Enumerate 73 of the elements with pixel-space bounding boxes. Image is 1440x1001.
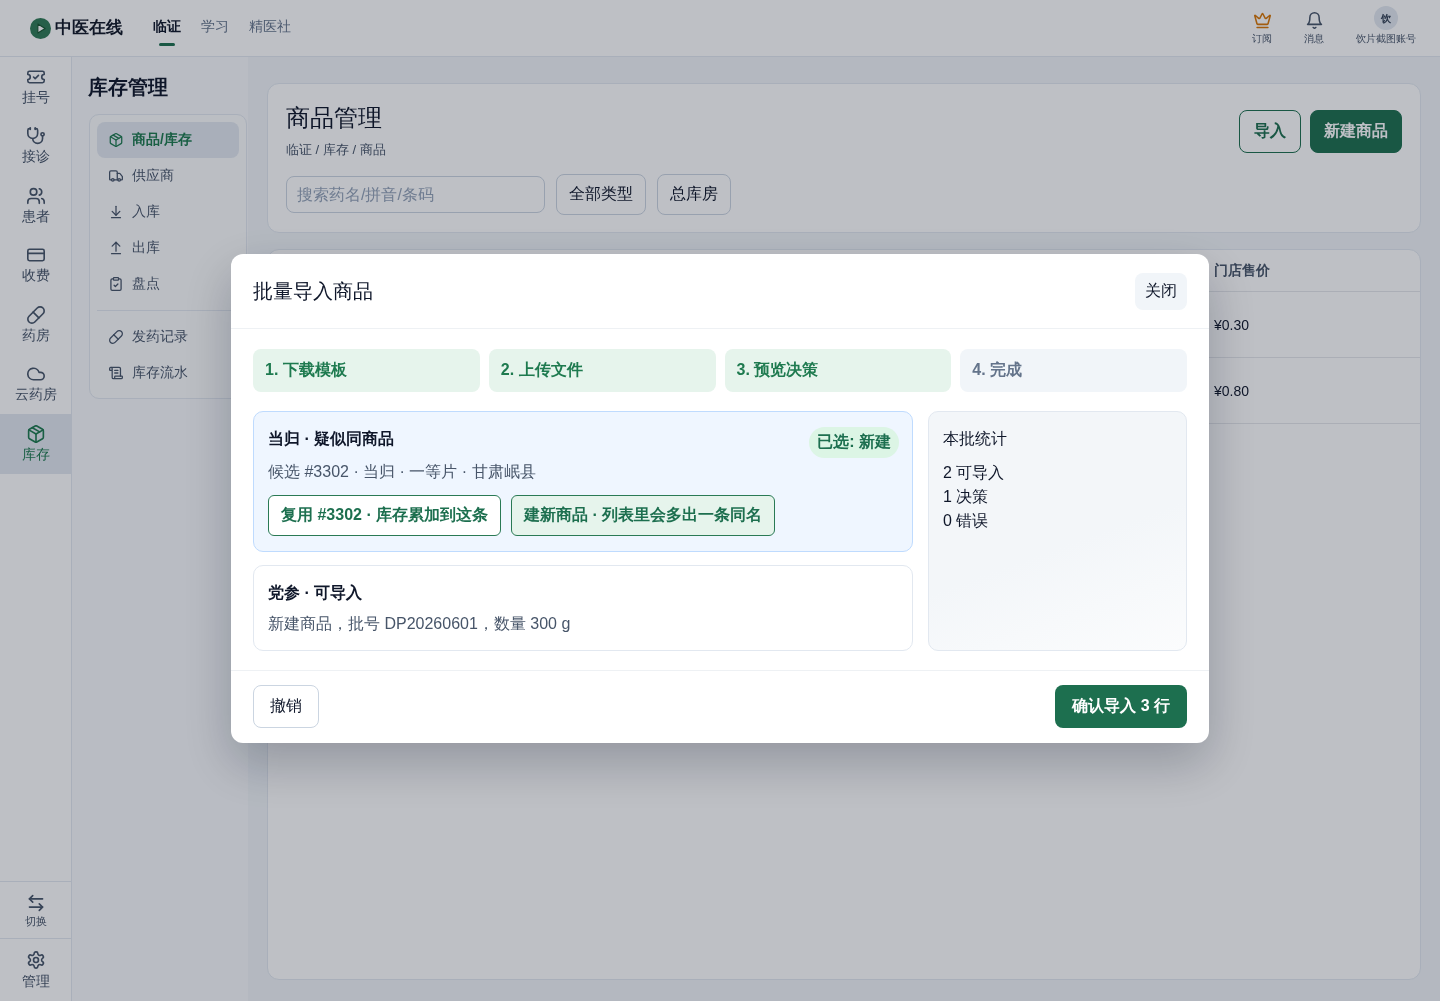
import-button[interactable]: 导入 — [1239, 109, 1301, 153]
nav-tab[interactable]: 临证 — [153, 8, 181, 46]
summary-line: 2 可导入 — [943, 463, 1006, 483]
option-button[interactable]: 复用 #3302 · 库存累加到这条 — [268, 495, 502, 536]
breadcrumb: 临证 / 库存 / 商品 — [286, 141, 386, 159]
menu-item[interactable]: 出库 — [109, 238, 160, 258]
swap-arrows-icon — [26, 894, 45, 912]
notifications-button[interactable]: 消息 — [1304, 12, 1324, 44]
close-button[interactable]: 关闭 — [1135, 272, 1187, 310]
rail-item[interactable]: 患者 — [21, 186, 50, 225]
package-icon — [26, 424, 45, 443]
rail-item[interactable]: 接诊 — [21, 127, 50, 166]
nav-tab[interactable]: 学习 — [201, 8, 229, 46]
subscribe-button[interactable]: 订阅 — [1252, 12, 1272, 44]
account-button[interactable]: 饮 饮片截图账号 — [1356, 6, 1416, 44]
card-icon — [26, 246, 45, 265]
nav-tab[interactable]: 精医社 — [249, 8, 291, 46]
menu-item[interactable]: 发药记录 — [109, 327, 188, 347]
summary-title: 本批统计 — [943, 429, 1008, 449]
stethoscope-icon — [26, 127, 45, 146]
pill-icon — [26, 305, 45, 324]
menu-item[interactable]: 盘点 — [109, 274, 160, 294]
filter-button[interactable]: 总库房 — [657, 174, 731, 215]
rail-item[interactable]: 收费 — [21, 246, 50, 285]
pill-icon — [109, 330, 123, 344]
app-name: 中医在线 — [55, 17, 123, 39]
clipboard-check-icon — [109, 277, 123, 291]
users-icon — [26, 186, 45, 205]
rail-item[interactable]: 切换 — [24, 894, 47, 928]
option-button[interactable]: 建新商品 · 列表里会多出一条同名 — [511, 495, 776, 536]
arrow-down-icon — [109, 205, 123, 219]
rail-item[interactable]: 库存 — [0, 414, 71, 474]
menu-item[interactable]: 供应商 — [109, 166, 174, 186]
table-cell-text: ¥0.80 — [1213, 382, 1251, 399]
column-header: 门店售价 — [1213, 261, 1271, 280]
rail-item[interactable]: 云药房 — [14, 365, 57, 404]
item-title: 当归 · 疑似同商品 — [268, 429, 395, 449]
wizard-step: 1. 下载模板 — [253, 349, 480, 392]
cloud-icon — [26, 365, 45, 384]
rail-item[interactable]: 药房 — [21, 305, 50, 344]
menu-item[interactable]: 库存流水 — [109, 363, 188, 383]
filter-button[interactable]: 全部类型 — [556, 174, 646, 215]
confirm-button[interactable]: 确认导入 3 行 — [1055, 685, 1187, 728]
truck-icon — [109, 169, 123, 183]
play-logo-icon — [30, 17, 51, 39]
item-detail: 新建商品，批号 DP20260601，数量 300 g — [268, 614, 572, 634]
wizard-step: 4. 完成 — [960, 349, 1187, 392]
package-icon — [109, 133, 123, 147]
page-title: 商品管理 — [286, 103, 383, 133]
wizard-step: 3. 预览决策 — [724, 349, 952, 392]
arrow-up-icon — [109, 241, 123, 255]
settings-icon — [26, 950, 45, 969]
dialog-title: 批量导入商品 — [253, 279, 373, 304]
table-cell-text: ¥0.30 — [1213, 316, 1251, 333]
new-product-button[interactable]: 新建商品 — [1310, 109, 1402, 153]
bell-icon — [1305, 12, 1323, 29]
summary-line: 0 错误 — [943, 511, 990, 531]
wizard-step: 2. 上传文件 — [488, 349, 716, 392]
crown-icon — [1253, 12, 1271, 29]
rail-item[interactable]: 挂号 — [21, 67, 50, 106]
cancel-button[interactable]: 撤销 — [253, 685, 319, 728]
item-title: 党参 · 可导入 — [268, 583, 363, 603]
summary-line: 1 决策 — [943, 487, 990, 507]
section-title: 库存管理 — [88, 75, 169, 99]
item-detail: 候选 #3302 · 当归 · 一等片 · 甘肃岷县 — [268, 462, 537, 482]
search-field[interactable]: 搜索药名/拼音/条码 — [286, 176, 545, 213]
ticket-icon — [26, 67, 45, 86]
menu-item[interactable]: 商品/库存 — [97, 122, 239, 158]
scroll-icon — [109, 366, 123, 380]
menu-item[interactable]: 入库 — [109, 202, 160, 222]
rail-item[interactable]: 管理 — [21, 950, 50, 990]
status-badge: 已选: 新建 — [809, 427, 899, 458]
avatar: 饮 — [1374, 6, 1398, 30]
